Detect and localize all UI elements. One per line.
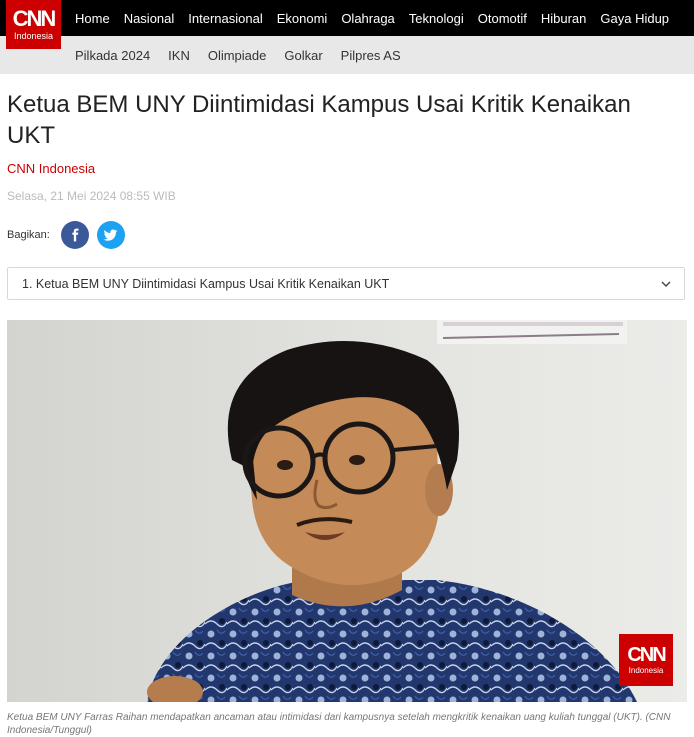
article-title: Ketua BEM UNY Diintimidasi Kampus Usai K… <box>7 91 631 149</box>
twitter-share-button[interactable] <box>96 221 125 249</box>
logo-text: CNN <box>12 6 57 31</box>
trending-nav: Pilkada 2024 IKN Olimpiade Golkar Pilpre… <box>75 36 419 74</box>
subnav-pilpres-as[interactable]: Pilpres AS <box>341 48 401 63</box>
subnav-golkar[interactable]: Golkar <box>284 48 322 63</box>
nav-hiburan[interactable]: Hiburan <box>541 11 587 26</box>
article-source[interactable]: CNN Indonesia <box>7 161 95 176</box>
table-of-contents-dropdown[interactable]: 1. Ketua BEM UNY Diintimidasi Kampus Usa… <box>7 267 685 300</box>
subnav-olimpiade[interactable]: Olimpiade <box>208 48 267 63</box>
facebook-share-button[interactable] <box>60 221 89 249</box>
main-nav: Home Nasional Internasional Ekonomi Olah… <box>75 0 683 36</box>
nav-home[interactable]: Home <box>75 11 110 26</box>
share-bar: Bagikan: <box>7 221 133 249</box>
article-date: Selasa, 21 Mei 2024 08:55 WIB <box>7 189 176 203</box>
nav-otomotif[interactable]: Otomotif <box>478 11 527 26</box>
watermark-text: CNN <box>627 644 666 666</box>
facebook-icon <box>72 228 79 242</box>
nav-teknologi[interactable]: Teknologi <box>409 11 464 26</box>
toc-selected-item: 1. Ketua BEM UNY Diintimidasi Kampus Usa… <box>22 276 390 291</box>
nav-nasional[interactable]: Nasional <box>124 11 175 26</box>
nav-ekonomi[interactable]: Ekonomi <box>277 11 328 26</box>
article-photo: CNN Indonesia <box>7 320 687 702</box>
sub-navbar: Pilkada 2024 IKN Olimpiade Golkar Pilpre… <box>0 36 694 74</box>
subnav-ikn[interactable]: IKN <box>168 48 190 63</box>
logo-subtext: Indonesia <box>13 31 54 41</box>
nav-internasional[interactable]: Internasional <box>188 11 262 26</box>
cnn-watermark: CNN Indonesia <box>619 634 673 686</box>
nav-olahraga[interactable]: Olahraga <box>341 11 394 26</box>
nav-gaya-hidup[interactable]: Gaya Hidup <box>600 11 669 26</box>
watermark-subtext: Indonesia <box>628 666 664 675</box>
top-navbar: Home Nasional Internasional Ekonomi Olah… <box>0 0 694 36</box>
photo-caption: Ketua BEM UNY Farras Raihan mendapatkan … <box>7 712 671 736</box>
share-label: Bagikan: <box>7 229 50 241</box>
chevron-down-icon <box>661 281 671 287</box>
cnn-indonesia-logo[interactable]: CNN Indonesia <box>6 0 61 49</box>
twitter-icon <box>103 229 118 241</box>
subnav-pilkada-2024[interactable]: Pilkada 2024 <box>75 48 150 63</box>
portrait-illustration <box>7 320 687 702</box>
